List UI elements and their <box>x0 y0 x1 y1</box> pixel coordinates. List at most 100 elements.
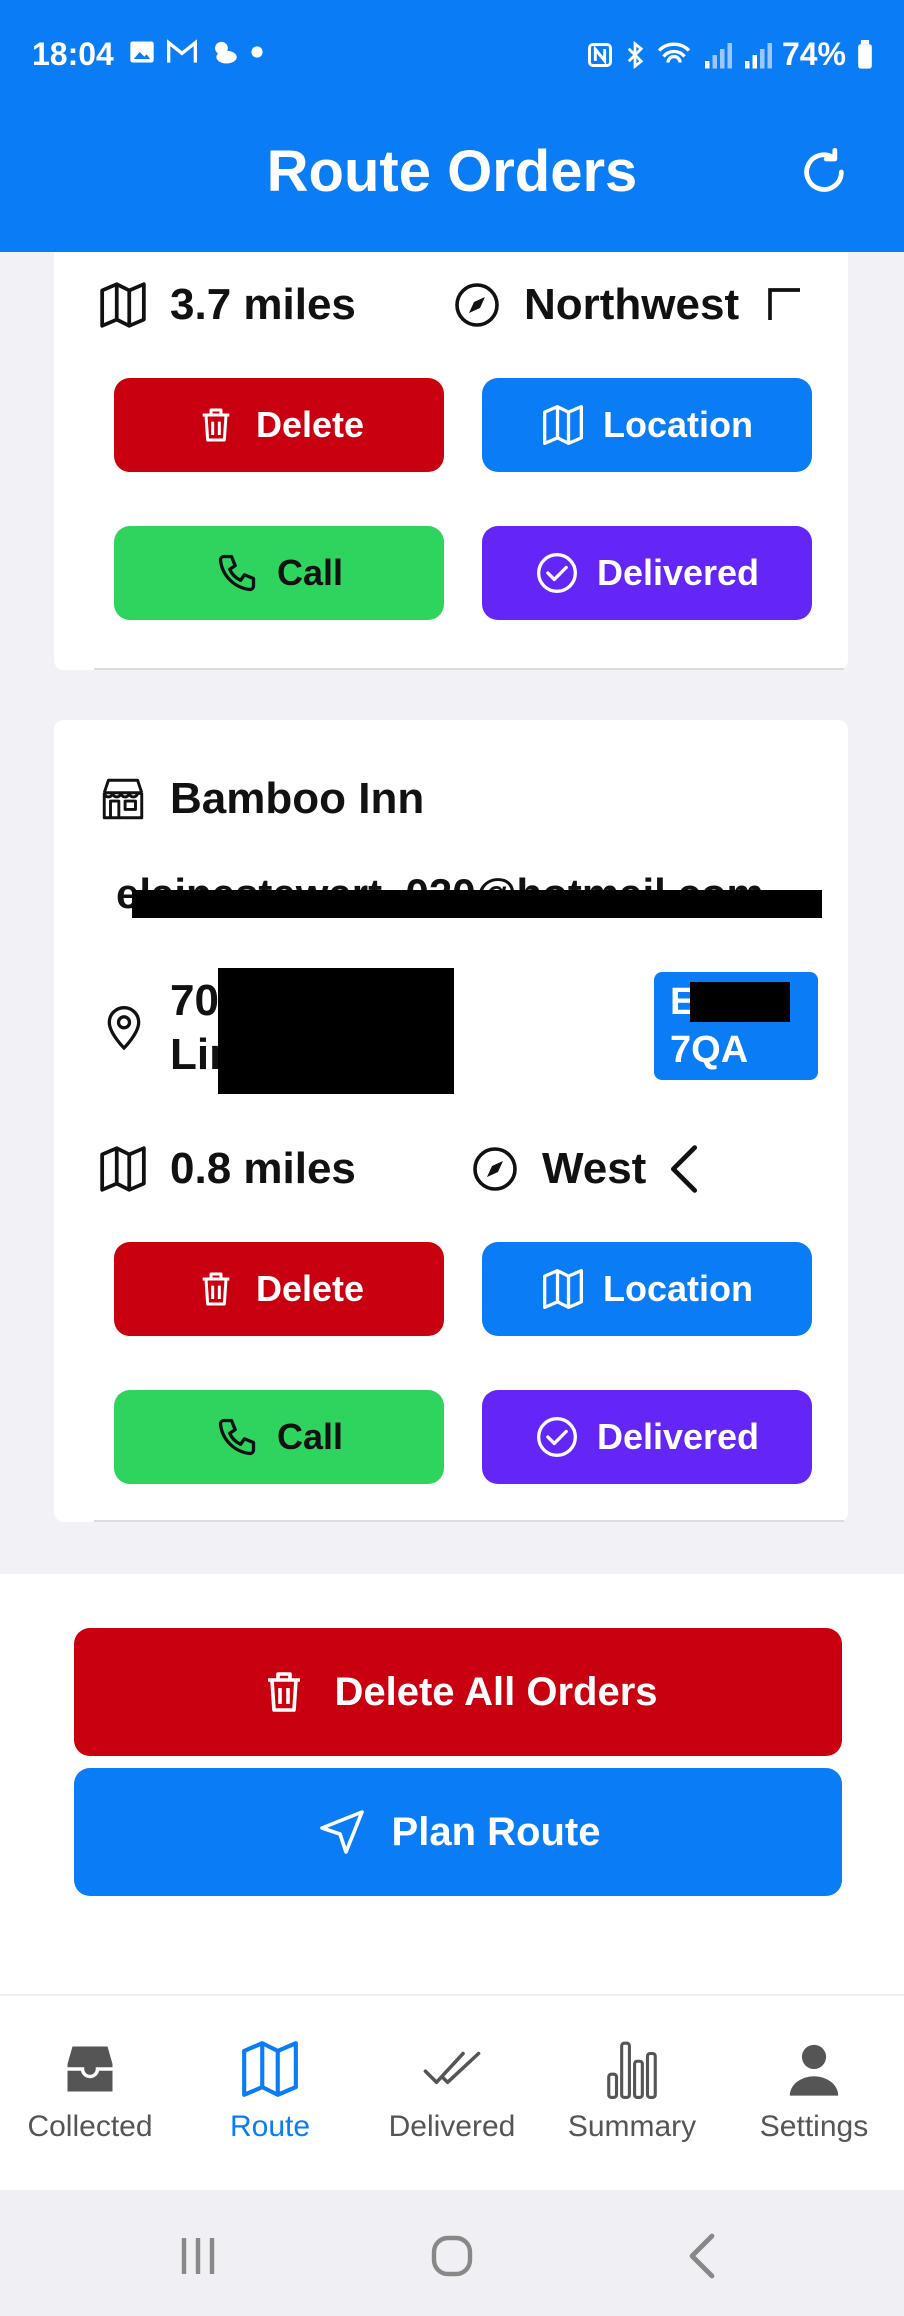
direction-text: West <box>542 1144 647 1193</box>
weather-icon <box>215 41 237 64</box>
app-header: Route Orders <box>0 110 904 252</box>
delete-all-orders-label: Delete All Orders <box>334 1669 658 1714</box>
distance-text: 3.7 miles <box>170 280 356 329</box>
call-button[interactable]: Call <box>114 1390 444 1484</box>
redaction-bar <box>132 890 822 918</box>
status-time: 18:04 <box>32 36 114 72</box>
order-card: 3.7 miles Northwest Delete Location Call… <box>54 252 848 670</box>
location-button-label: Location <box>603 404 753 445</box>
trash-icon <box>258 1666 310 1718</box>
gmail-icon <box>167 39 197 63</box>
map-icon <box>541 1267 585 1311</box>
signal-icon-2 <box>744 42 772 68</box>
delete-all-orders-button[interactable]: Delete All Orders <box>74 1628 842 1756</box>
delete-button[interactable]: Delete <box>114 378 444 472</box>
delete-button[interactable]: Delete <box>114 1242 444 1336</box>
restaurant-name: Bamboo Inn <box>170 774 425 823</box>
location-button[interactable]: Location <box>482 378 812 472</box>
recent-apps-button[interactable] <box>168 2226 228 2286</box>
tab-label: Summary <box>567 2110 697 2143</box>
direction-text: Northwest <box>524 280 740 329</box>
trash-icon <box>194 1267 238 1311</box>
redaction-bar <box>218 968 454 1094</box>
direction-arrow-northwest-icon <box>768 288 801 320</box>
bar-chart-icon <box>542 2036 722 2102</box>
restaurant-row: Bamboo Inn <box>98 774 424 824</box>
tab-label: Collected <box>27 2110 153 2143</box>
delete-button-label: Delete <box>255 404 365 445</box>
person-icon <box>724 2036 904 2102</box>
address-pin <box>102 1000 146 1052</box>
location-pin-icon <box>107 1006 141 1051</box>
bottom-tab-bar: Collected Route Delivered Summary Settin… <box>0 1994 904 2190</box>
compass-icon <box>452 280 502 330</box>
phone-icon <box>215 1415 259 1459</box>
call-button-label: Call <box>276 552 344 593</box>
distance-row: 3.7 miles <box>98 280 356 330</box>
compass-icon <box>470 1144 520 1194</box>
order-list[interactable]: 3.7 miles Northwest Delete Location Call… <box>42 252 862 1574</box>
delete-button-label: Delete <box>255 1268 365 1309</box>
tab-label: Settings <box>759 2110 869 2143</box>
call-button[interactable]: Call <box>114 526 444 620</box>
tab-route[interactable]: Route <box>180 2036 360 2144</box>
location-button-label: Location <box>603 1268 753 1309</box>
tab-delivered[interactable]: Delivered <box>362 2036 542 2144</box>
actions-area: Delete All Orders Plan Route <box>0 1574 904 1994</box>
status-notification-icons <box>128 38 264 66</box>
gallery-icon <box>130 41 154 63</box>
home-button[interactable] <box>422 2226 482 2286</box>
signal-icon-1 <box>704 42 732 68</box>
home-icon <box>431 2235 473 2277</box>
status-bar: 18:04 74% <box>0 0 904 110</box>
card-divider <box>94 668 844 670</box>
store-icon <box>98 774 148 824</box>
postcode-line-2: 7QA <box>670 1029 749 1071</box>
card-divider <box>94 1520 844 1522</box>
check-circle-icon <box>535 551 579 595</box>
delivered-button-label: Delivered <box>596 552 760 593</box>
map-icon <box>541 403 585 447</box>
battery-percent: 74% <box>781 36 846 72</box>
nfc-icon <box>587 42 612 67</box>
recent-apps-icon <box>181 2238 215 2274</box>
direction-arrow-west-icon <box>671 1145 698 1193</box>
call-button-label: Call <box>276 1416 344 1457</box>
delivered-button-label: Delivered <box>596 1416 760 1457</box>
tab-settings[interactable]: Settings <box>724 2036 904 2144</box>
inbox-tray-icon <box>0 2036 180 2102</box>
battery-icon <box>858 39 872 69</box>
distance-text: 0.8 miles <box>170 1144 356 1193</box>
map-icon <box>98 1144 148 1194</box>
delivered-button[interactable]: Delivered <box>482 1390 812 1484</box>
delivered-button[interactable]: Delivered <box>482 526 812 620</box>
tab-collected[interactable]: Collected <box>0 2036 180 2144</box>
bluetooth-icon <box>627 40 644 69</box>
map-icon <box>98 280 148 330</box>
phone-icon <box>215 551 259 595</box>
order-card: Bamboo Inn elainestewart_020@hotmail.com… <box>54 720 848 1522</box>
map-icon <box>180 2036 360 2102</box>
tab-label: Route <box>229 2110 311 2143</box>
refresh-icon <box>804 147 844 192</box>
trash-icon <box>194 403 238 447</box>
direction-row: West <box>470 1144 704 1194</box>
dot-icon <box>251 46 263 58</box>
distance-row: 0.8 miles <box>98 1144 356 1194</box>
plan-route-label: Plan Route <box>391 1809 601 1854</box>
status-system-icons: 74% <box>586 36 874 73</box>
back-icon <box>689 2233 715 2279</box>
page-title: Route Orders <box>266 139 638 204</box>
location-button[interactable]: Location <box>482 1242 812 1336</box>
refresh-button[interactable] <box>792 140 856 204</box>
system-navigation-bar <box>0 2190 904 2316</box>
double-check-icon <box>362 2036 542 2102</box>
tab-summary[interactable]: Summary <box>542 2036 722 2144</box>
plan-route-button[interactable]: Plan Route <box>74 1768 842 1896</box>
navigation-arrow-icon <box>316 1806 368 1858</box>
tab-label: Delivered <box>388 2110 516 2143</box>
back-button[interactable] <box>672 2226 732 2286</box>
check-circle-icon <box>535 1415 579 1459</box>
redaction-bar <box>690 982 790 1022</box>
wifi-icon <box>657 42 691 63</box>
